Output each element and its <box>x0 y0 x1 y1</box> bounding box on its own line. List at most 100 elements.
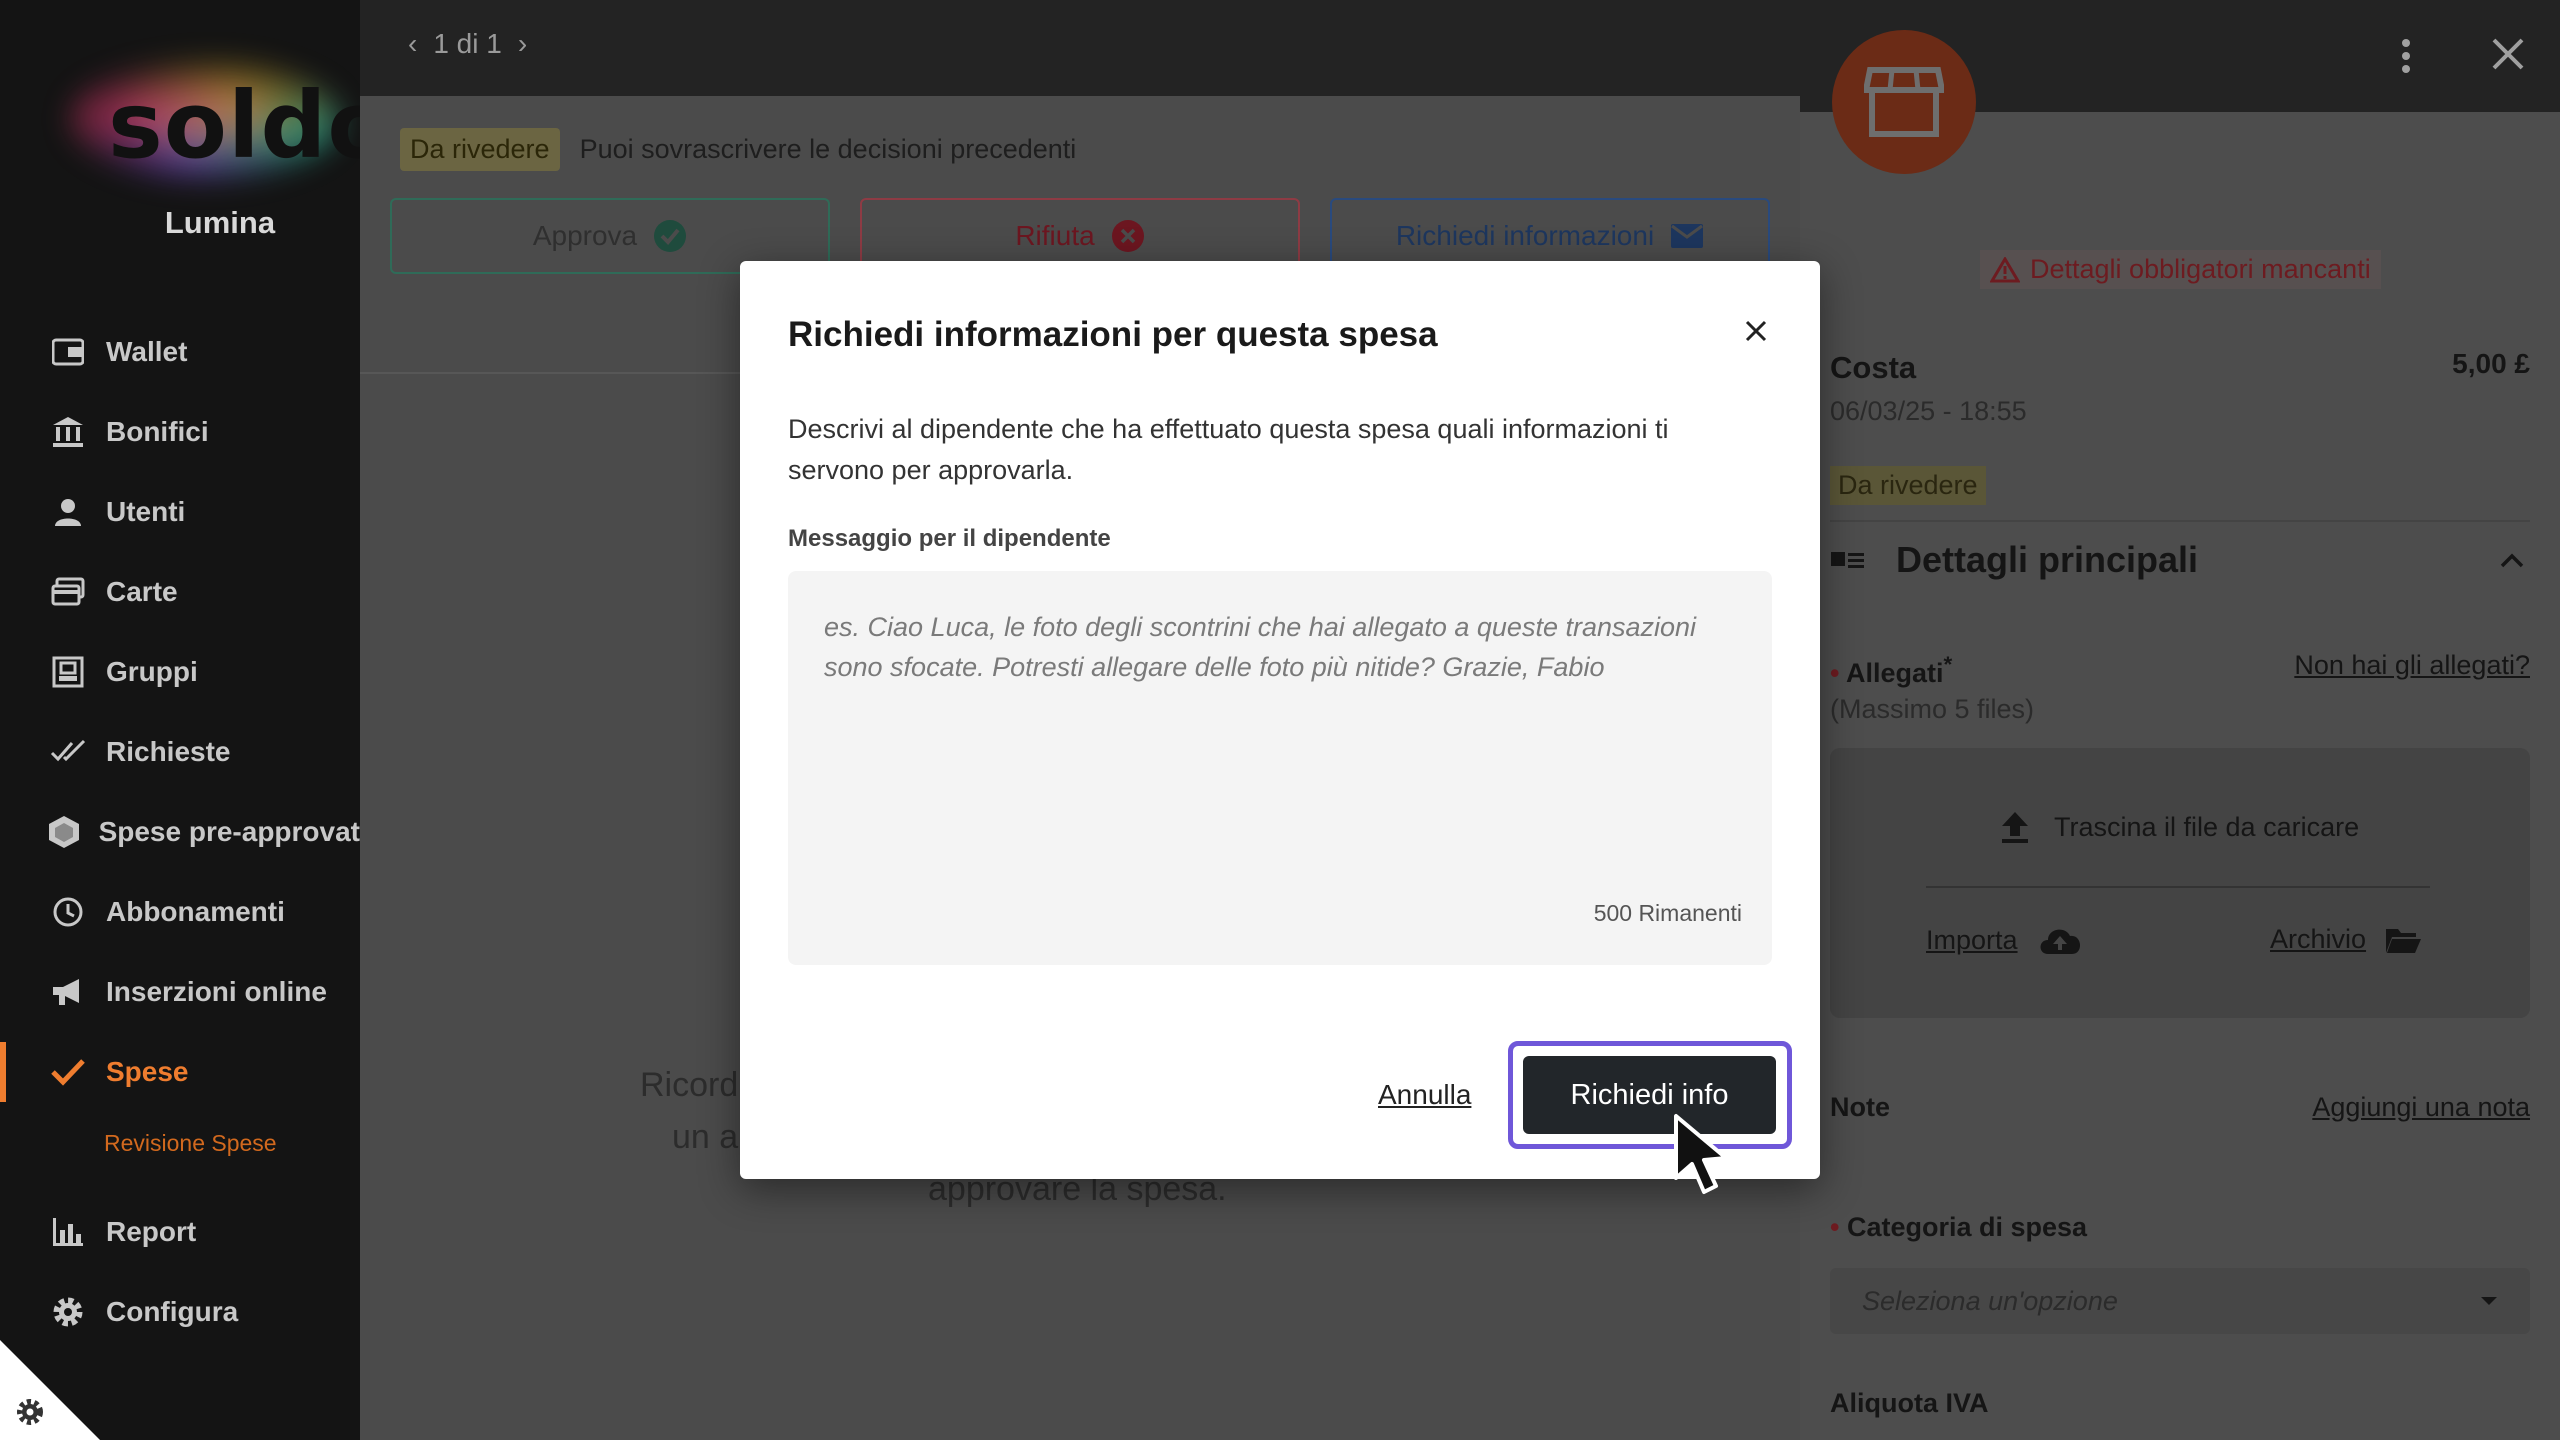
character-counter: 500 Rimanenti <box>1593 900 1742 926</box>
cards-icon <box>48 572 88 612</box>
chevron-up-icon <box>2500 553 2524 568</box>
groups-icon <box>48 652 88 692</box>
archive-label: Archivio <box>2270 924 2367 954</box>
missing-details-text: Dettagli obbligatori mancanti <box>2030 254 2371 284</box>
approve-label: Approva <box>532 220 638 251</box>
category-placeholder: Seleziona un'opzione <box>1862 1286 2118 1316</box>
status-badge: Da rivedere <box>1830 466 1986 505</box>
expense-detail-panel: Dettagli obbligatori mancanti Costa 5,00… <box>1800 0 2560 1440</box>
review-notice: Da rivedere Puoi sovrascrivere le decisi… <box>400 128 1076 171</box>
attachments-label: • Allegati* <box>1830 652 1953 688</box>
sidebar: soldo Lumina Wallet Bonifici Utenti Cart… <box>0 0 391 1440</box>
sidebar-item-label: Utenti <box>106 496 186 527</box>
double-check-icon <box>48 732 88 772</box>
request-info-dialog: Richiedi informazioni per questa spesa D… <box>740 261 1820 1179</box>
chevron-right-icon[interactable]: › <box>518 28 527 60</box>
soldo-logo: soldo <box>60 50 391 190</box>
chevron-left-icon[interactable]: ‹ <box>408 28 417 60</box>
settings-corner-button[interactable] <box>0 1340 100 1440</box>
id-card-icon <box>1831 552 1864 568</box>
sidebar-item-bonifici[interactable]: Bonifici <box>0 402 360 462</box>
sidebar-item-label: Abbonamenti <box>106 896 285 927</box>
drag-text: Trascina il file da caricare <box>2054 811 2360 842</box>
wallet-icon <box>48 332 88 372</box>
background-text-line-2: un a <box>672 1118 739 1156</box>
sidebar-item-wallet[interactable]: Wallet <box>0 322 360 382</box>
section-title: Dettagli principali <box>1896 539 2199 580</box>
sidebar-subitem-revisione-spese[interactable]: Revisione Spese <box>104 1130 277 1157</box>
import-button[interactable]: Importa <box>1926 924 2084 956</box>
sidebar-item-configura[interactable]: Configura <box>0 1282 360 1342</box>
main-details-header[interactable]: Dettagli principali <box>1830 538 2530 582</box>
sidebar-item-label: Report <box>106 1216 197 1247</box>
megaphone-icon <box>48 972 88 1012</box>
dialog-title: Richiedi informazioni per questa spesa <box>788 315 1438 354</box>
upload-icon <box>2002 812 2028 843</box>
merchant-avatar <box>1832 30 1976 174</box>
sidebar-item-label: Gruppi <box>106 656 198 687</box>
warning-icon <box>1990 256 2020 282</box>
sidebar-item-label: Bonifici <box>106 416 209 447</box>
attachments-hint: (Massimo 5 files) <box>1830 694 2035 724</box>
sidebar-item-richieste[interactable]: Richieste <box>0 722 360 782</box>
archive-button[interactable]: Archivio <box>2270 924 2422 955</box>
bank-icon <box>48 412 88 452</box>
store-icon <box>1864 67 1944 137</box>
import-label: Importa <box>1926 924 2018 955</box>
user-icon <box>48 492 88 532</box>
no-attachments-link[interactable]: Non hai gli allegati? <box>2274 650 2530 681</box>
folder-open-icon <box>2386 928 2422 953</box>
sidebar-item-label: Spese <box>106 1056 189 1087</box>
bar-chart-icon <box>48 1212 88 1252</box>
pager-label: 1 di 1 <box>433 28 502 59</box>
merchant-name: Costa <box>1830 350 1917 385</box>
sidebar-item-label: Spese pre-approvat <box>98 816 360 847</box>
background-text-line-1: Ricord <box>640 1066 739 1104</box>
sidebar-item-spese[interactable]: Spese <box>0 1042 360 1102</box>
notes-label: Note <box>1830 1092 1890 1122</box>
divider <box>1830 520 2530 522</box>
vat-label: Aliquota IVA <box>1830 1388 1989 1418</box>
sidebar-item-gruppi[interactable]: Gruppi <box>0 642 360 702</box>
close-circle-icon <box>1111 220 1144 252</box>
pager: ‹ 1 di 1 › <box>408 28 527 60</box>
sidebar-item-carte[interactable]: Carte <box>0 562 360 622</box>
envelope-icon <box>1671 224 1704 248</box>
sidebar-item-label: Richieste <box>106 736 231 767</box>
sidebar-item-spese-pre-approvate[interactable]: Spese pre-approvat <box>0 802 360 862</box>
cloud-upload-icon <box>2040 929 2080 954</box>
upload-dropzone[interactable]: Trascina il file da caricare Importa Arc… <box>1830 748 2530 1018</box>
category-select[interactable]: Seleziona un'opzione <box>1830 1268 2530 1334</box>
cancel-button[interactable]: Annulla <box>1378 1079 1471 1111</box>
sidebar-item-report[interactable]: Report <box>0 1202 360 1262</box>
check-icon <box>48 1052 88 1092</box>
expense-amount: 5,00 £ <box>2452 348 2530 379</box>
missing-details-warning: Dettagli obbligatori mancanti <box>1980 250 2381 289</box>
gear-icon <box>48 1292 88 1332</box>
sidebar-item-utenti[interactable]: Utenti <box>0 482 360 542</box>
more-options-icon[interactable] <box>2400 38 2412 79</box>
clock-icon <box>48 892 88 932</box>
add-note-link[interactable]: Aggiungi una nota <box>2230 1092 2530 1123</box>
check-circle-icon <box>654 220 687 252</box>
message-field-label: Messaggio per il dipendente <box>788 525 1111 552</box>
notice-text: Puoi sovrascrivere le decisioni preceden… <box>579 134 1077 164</box>
sidebar-item-label: Inserzioni online <box>106 976 327 1007</box>
sidebar-item-label: Carte <box>106 576 178 607</box>
caret-down-icon <box>2481 1297 2497 1305</box>
divider <box>1926 886 2430 888</box>
mouse-pointer-icon <box>1672 1112 1752 1203</box>
close-panel-icon[interactable] <box>2490 36 2526 77</box>
sidebar-item-label: Configura <box>106 1296 239 1327</box>
top-bar: ‹ 1 di 1 › <box>360 0 1800 96</box>
sidebar-item-label: Wallet <box>106 336 188 367</box>
reject-label: Rifiuta <box>1015 220 1095 251</box>
sidebar-item-abbonamenti[interactable]: Abbonamenti <box>0 882 360 942</box>
request-info-label: Richiedi informazioni <box>1395 220 1655 251</box>
gear-icon <box>17 1399 43 1425</box>
hexagon-icon <box>48 812 81 852</box>
close-icon[interactable] <box>1736 311 1776 351</box>
drag-drop-area[interactable]: Trascina il file da caricare <box>2000 810 2359 844</box>
sidebar-item-inserzioni-online[interactable]: Inserzioni online <box>0 962 360 1022</box>
status-badge: Da rivedere <box>400 128 560 171</box>
